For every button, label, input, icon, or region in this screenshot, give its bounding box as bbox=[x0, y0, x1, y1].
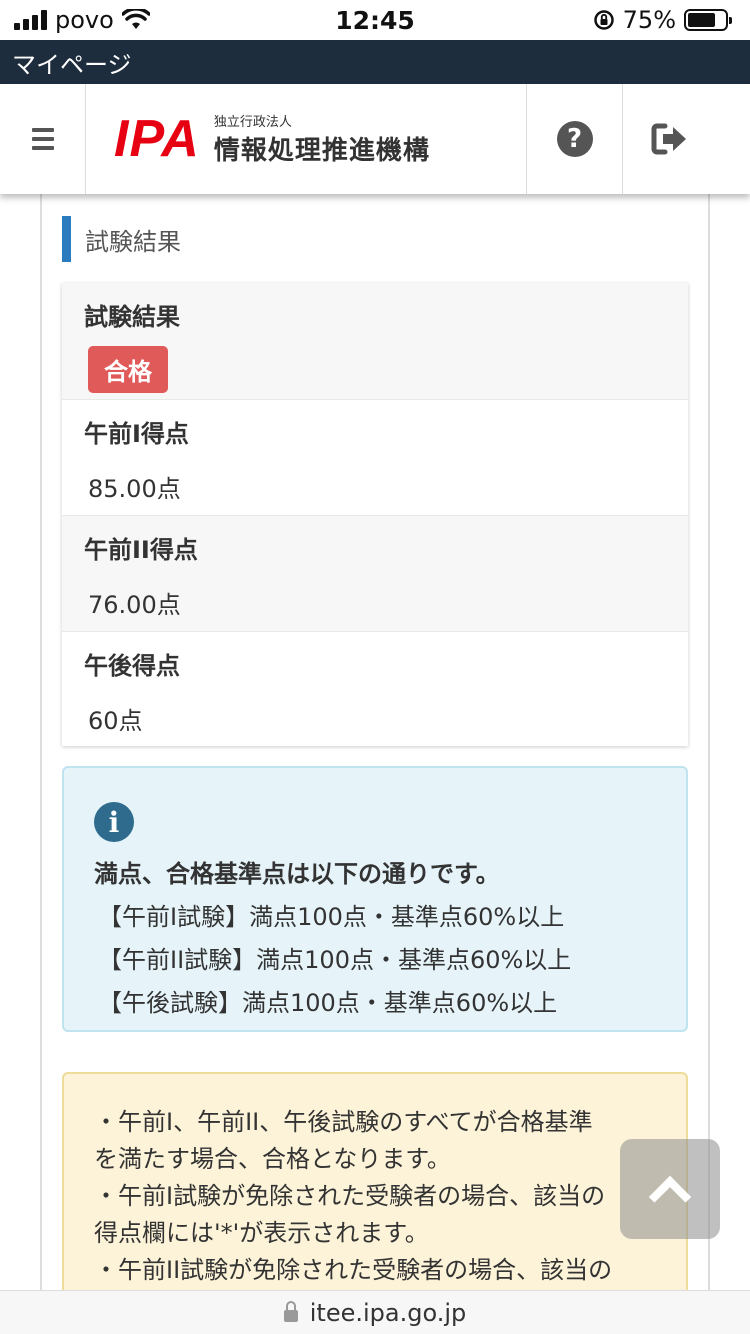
score-label: 午前I得点 bbox=[84, 420, 189, 448]
score-value: 85.00点 bbox=[88, 475, 181, 503]
info-line: 【午後試験】満点100点・基準点60%以上 bbox=[98, 989, 558, 1017]
score-row-am1: 午前I得点 85.00点 bbox=[62, 399, 688, 515]
hamburger-icon bbox=[31, 128, 54, 150]
wifi-icon bbox=[121, 9, 150, 29]
score-value: 76.00点 bbox=[88, 591, 181, 619]
note-line: ・午前II試験が免除された受験者の場合、該当の bbox=[94, 1256, 613, 1284]
result-label: 試験結果 bbox=[84, 303, 180, 331]
result-status-row: 試験結果 合格 bbox=[62, 283, 688, 399]
menu-button[interactable] bbox=[0, 84, 86, 194]
result-card: 試験結果 合格 午前I得点 85.00点 午前II得点 76.00点 午後得点 … bbox=[62, 283, 688, 746]
section-title: 試験結果 bbox=[62, 216, 181, 262]
logo-link[interactable]: IPA 独立行政法人 情報処理推進機構 bbox=[86, 84, 527, 194]
status-bar: povo 12:45 75% bbox=[0, 0, 750, 40]
score-row-pm: 午後得点 60点 bbox=[62, 631, 688, 746]
battery-percent: 75% bbox=[622, 6, 676, 34]
note-line: を満たす場合、合格となります。 bbox=[94, 1145, 451, 1173]
pass-badge: 合格 bbox=[88, 346, 168, 393]
logo-title: 情報処理推進機構 bbox=[213, 136, 430, 166]
status-right: 75% bbox=[593, 6, 732, 34]
url-bar[interactable]: itee.ipa.go.jp bbox=[0, 1290, 750, 1334]
score-label: 午前II得点 bbox=[84, 536, 198, 564]
signal-icon bbox=[14, 10, 47, 30]
carrier-name: povo bbox=[55, 6, 114, 34]
battery-icon bbox=[684, 9, 732, 31]
logo-text: 独立行政法人 情報処理推進機構 bbox=[214, 111, 430, 167]
status-left: povo bbox=[14, 6, 150, 34]
logout-button[interactable] bbox=[623, 84, 750, 194]
ipa-logo: IPA bbox=[114, 110, 200, 168]
logo-subtitle: 独立行政法人 bbox=[213, 115, 292, 130]
note-line: ・午前I、午前II、午後試験のすべてが合格基準 bbox=[94, 1108, 593, 1136]
chevron-up-icon bbox=[648, 1175, 692, 1219]
info-line: 【午前II試験】満点100点・基準点60%以上 bbox=[98, 946, 572, 974]
info-icon: i bbox=[94, 802, 134, 842]
scroll-top-button[interactable] bbox=[620, 1139, 720, 1239]
note-line: 得点欄には'*'が表示されます。 bbox=[94, 1219, 429, 1247]
orientation-lock-icon bbox=[593, 10, 614, 30]
help-button[interactable]: ? bbox=[527, 84, 623, 194]
logout-icon bbox=[651, 123, 686, 155]
note-line: ・午前I試験が免除された受験者の場合、該当の bbox=[94, 1182, 606, 1210]
score-label: 午後得点 bbox=[84, 652, 180, 680]
info-line: 【午前I試験】満点100点・基準点60%以上 bbox=[98, 903, 565, 931]
score-row-am2: 午前II得点 76.00点 bbox=[62, 515, 688, 631]
page-title-bar: マイページ bbox=[0, 40, 750, 84]
help-icon: ? bbox=[556, 121, 593, 157]
info-title: 満点、合格基準点は以下の通りです。 bbox=[94, 860, 500, 888]
url-domain: itee.ipa.go.jp bbox=[309, 1298, 467, 1327]
lock-icon bbox=[283, 1300, 298, 1322]
score-value: 60点 bbox=[88, 707, 143, 735]
info-alert: i 満点、合格基準点は以下の通りです。 【午前I試験】満点100点・基準点60%… bbox=[62, 766, 688, 1032]
page-title: マイページ bbox=[12, 50, 132, 79]
site-header: IPA 独立行政法人 情報処理推進機構 ? bbox=[0, 84, 750, 194]
